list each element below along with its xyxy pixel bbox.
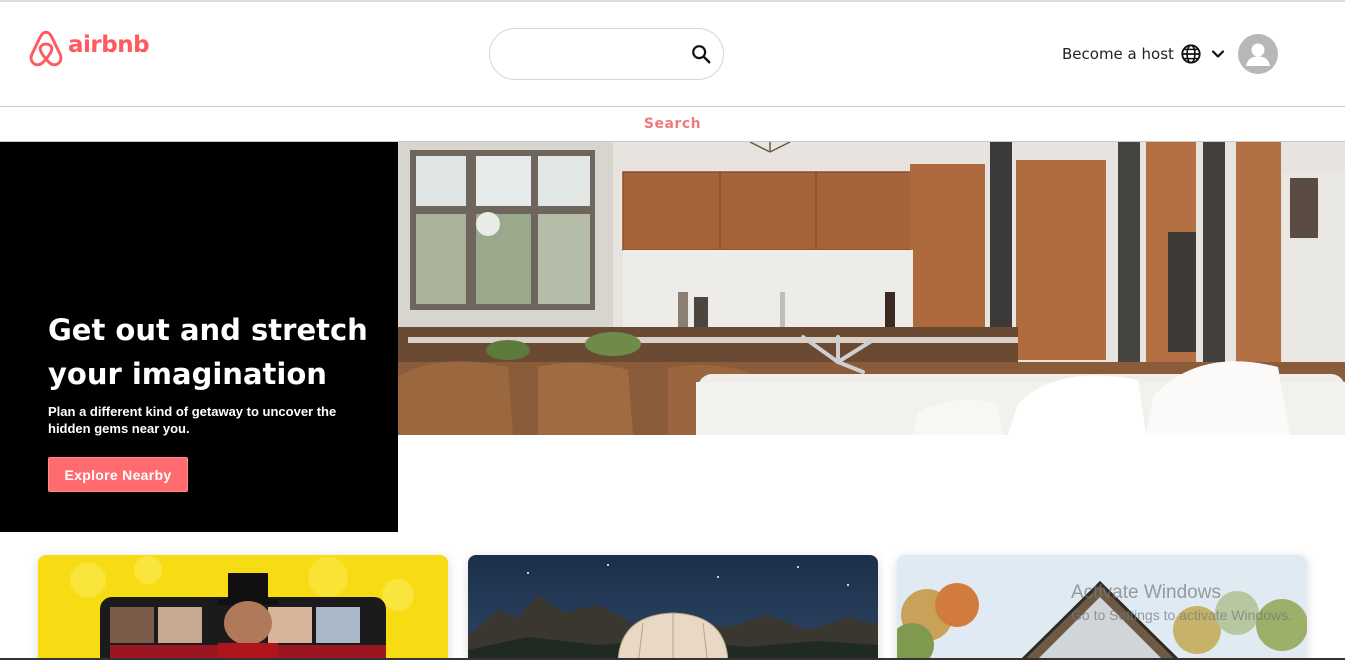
hero-image [398,142,1345,435]
hero-title: Get out and stretch your imagination [48,313,368,391]
card-unique-stays[interactable] [468,555,878,660]
hero-panel: Get out and stretch your imagination Pla… [0,142,398,532]
user-avatar-icon [1245,43,1270,66]
explore-nearby-button[interactable]: Explore Nearby [48,457,188,492]
hero-subtitle: Plan a different kind of getaway to unco… [48,404,337,436]
card-entire-homes[interactable] [897,555,1307,660]
search-icon[interactable] [690,43,712,65]
card-online-experiences[interactable] [38,555,448,660]
globe-icon[interactable] [1180,43,1202,65]
logo-text: airbnb [68,32,150,58]
header: airbnb Become a host [0,2,1345,106]
airbnb-logo[interactable]: airbnb [28,30,150,68]
airbnb-logo-icon [29,30,63,67]
hero-interior-photo [398,142,1345,435]
search-input[interactable] [506,41,676,67]
search-box[interactable] [489,28,724,80]
header-actions: Become a host [1062,34,1278,74]
user-avatar[interactable] [1237,34,1278,74]
search-bar[interactable]: Search [0,106,1345,142]
chevron-down-icon[interactable] [1210,46,1226,62]
online-experience-photo [38,555,448,660]
dome-night-photo [468,555,878,660]
a-frame-cabin-photo [897,555,1307,660]
category-cards [0,555,1345,660]
search-bar-label: Search [643,116,702,132]
become-a-host-link[interactable]: Become a host [1062,45,1174,63]
